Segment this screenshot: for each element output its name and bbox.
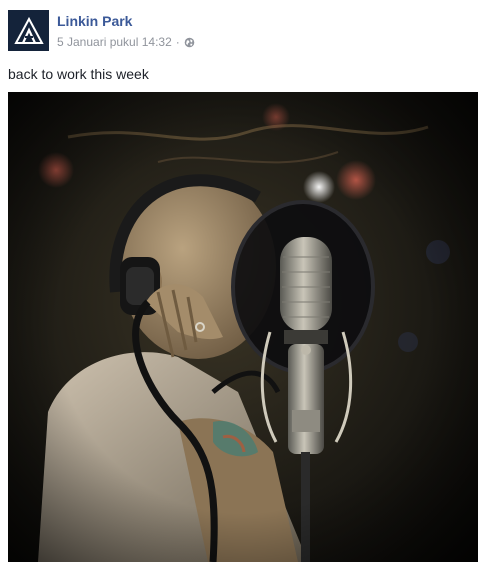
- post-meta: 5 Januari pukul 14:32 ·: [57, 35, 195, 49]
- post-photo[interactable]: [8, 92, 478, 562]
- meta-separator: ·: [175, 35, 180, 49]
- facebook-post: Linkin Park 5 Januari pukul 14:32 · back…: [0, 0, 486, 566]
- page-avatar[interactable]: [8, 10, 49, 51]
- post-text: back to work this week: [8, 66, 149, 82]
- post-timestamp[interactable]: 5 Januari pukul 14:32: [57, 35, 172, 49]
- linkin-park-logo-icon: [13, 16, 44, 44]
- globe-icon[interactable]: [184, 37, 195, 48]
- page-name-link[interactable]: Linkin Park: [57, 13, 132, 29]
